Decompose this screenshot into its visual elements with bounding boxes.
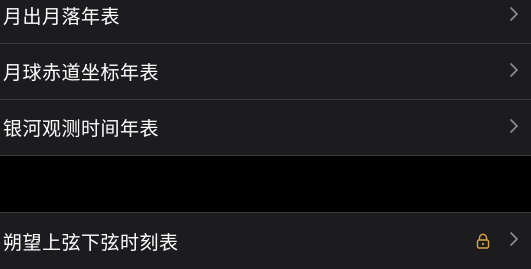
list-item-label: 月球赤道坐标年表 xyxy=(3,62,160,84)
almanac-list-group: 月出月落年表 月球赤道坐标年表 银河观测时间年表 xyxy=(0,0,531,156)
lock-icon xyxy=(475,232,491,250)
list-item-label: 月出月落年表 xyxy=(3,6,121,28)
list-item-label: 银河观测时间年表 xyxy=(3,118,160,140)
chevron-right-icon xyxy=(505,61,523,79)
chevron-right-icon xyxy=(505,230,523,248)
list-item-moon-phase-times[interactable]: 朔望上弦下弦时刻表 xyxy=(0,213,531,269)
list-item-label: 朔望上弦下弦时刻表 xyxy=(3,231,179,254)
chevron-right-icon xyxy=(505,117,523,135)
list-item-milky-way-observation[interactable]: 银河观测时间年表 xyxy=(0,100,531,156)
chevron-right-icon xyxy=(505,5,523,23)
list-item-moonrise-moonset[interactable]: 月出月落年表 xyxy=(0,0,531,44)
list-item-moon-equatorial-coordinates[interactable]: 月球赤道坐标年表 xyxy=(0,44,531,100)
moon-phase-list-group: 朔望上弦下弦时刻表 xyxy=(0,212,531,269)
